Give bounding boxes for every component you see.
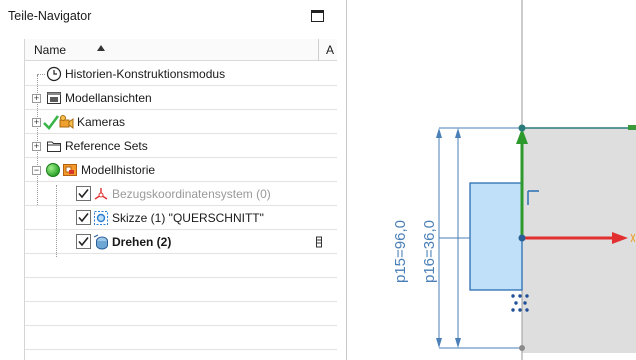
visibility-checkbox[interactable] — [76, 186, 91, 201]
sketch-profile[interactable] — [469, 182, 523, 291]
visibility-checkbox[interactable] — [76, 234, 91, 249]
empty-row — [25, 254, 337, 278]
clock-icon — [46, 66, 62, 82]
empty-row — [25, 302, 337, 326]
model-views-icon — [46, 90, 62, 106]
folder-icon — [46, 138, 62, 154]
tree-row-history-mode[interactable]: Historien-Konstruktionsmodus — [25, 62, 337, 86]
tree-row-label: Kameras — [77, 115, 126, 129]
tree-row-cameras[interactable]: + Kameras — [25, 110, 337, 134]
empty-row — [25, 278, 337, 302]
tree-row-label: Reference Sets — [65, 139, 148, 153]
part-navigator-panel: Teile-Navigator Name A Historien-Konstru… — [0, 0, 347, 360]
tree-row-label: Skizze (1) "QUERSCHNITT" — [112, 211, 264, 225]
dimension-arrow — [436, 338, 442, 348]
column-header[interactable]: Name A — [25, 39, 337, 61]
origin-point[interactable] — [518, 234, 526, 242]
navigator-titlebar: Teile-Navigator — [0, 0, 347, 32]
expand-icon[interactable]: + — [32, 118, 41, 127]
tree-row-revolve[interactable]: Drehen (2) — [25, 230, 337, 254]
tree-row-label: Modellansichten — [65, 91, 152, 105]
tree-row-model-views[interactable]: + Modellansichten — [25, 86, 337, 110]
empty-row — [25, 326, 337, 350]
visibility-checkbox[interactable] — [76, 210, 91, 225]
column-divider[interactable] — [318, 39, 319, 61]
tree-row-reference-sets[interactable]: + Reference Sets — [25, 134, 337, 158]
model-history-icon — [62, 162, 78, 178]
tree-row-sketch[interactable]: Skizze (1) "QUERSCHNITT" — [25, 206, 337, 230]
top-vertex-point[interactable] — [518, 124, 526, 132]
cameras-icon — [58, 114, 74, 130]
collapse-icon[interactable]: − — [32, 166, 41, 175]
dimension-p16-label[interactable]: p16=36,0 — [421, 220, 438, 283]
status-ok-icon — [45, 162, 61, 178]
tree-row-label: Modellhistorie — [81, 163, 156, 177]
tree-row-label: Historien-Konstruktionsmodus — [65, 67, 226, 81]
snap-grip-icon[interactable] — [511, 294, 529, 312]
tree-row-label: Drehen (2) — [112, 235, 172, 249]
maximize-icon[interactable] — [311, 10, 324, 22]
dimension-p15-label[interactable]: p15=96,0 — [392, 220, 409, 283]
navigator-title: Teile-Navigator — [8, 9, 92, 23]
dimension-arrow — [436, 128, 442, 138]
column-a-label[interactable]: A — [326, 43, 334, 57]
expand-icon[interactable]: + — [32, 142, 41, 151]
bottom-vertex-point[interactable] — [519, 345, 525, 351]
tree-row-datum-csys[interactable]: Bezugskoordinatensystem (0) — [25, 182, 337, 206]
dependency-marker-icon — [315, 234, 323, 250]
column-name-label[interactable]: Name — [34, 43, 66, 57]
sketch-icon — [93, 210, 109, 226]
tree-row-label: Bezugskoordinatensystem (0) — [112, 187, 271, 201]
edge-marker — [628, 125, 636, 130]
revolve-icon — [93, 234, 109, 250]
navigator-tree: Name A Historien-Konstruktionsmodus + Mo… — [24, 39, 337, 360]
sketch-viewport[interactable]: p15=96,0 p16=36,0 — [348, 0, 636, 360]
expand-icon[interactable]: + — [32, 94, 41, 103]
dimension-arrow — [455, 128, 461, 138]
sort-ascending-icon[interactable] — [97, 45, 105, 51]
graphics-window[interactable]: p15=96,0 p16=36,0 — [348, 0, 636, 360]
tree-row-model-history[interactable]: − Modellhistorie — [25, 158, 337, 182]
dimension-arrow — [455, 338, 461, 348]
datum-csys-icon — [93, 186, 109, 202]
